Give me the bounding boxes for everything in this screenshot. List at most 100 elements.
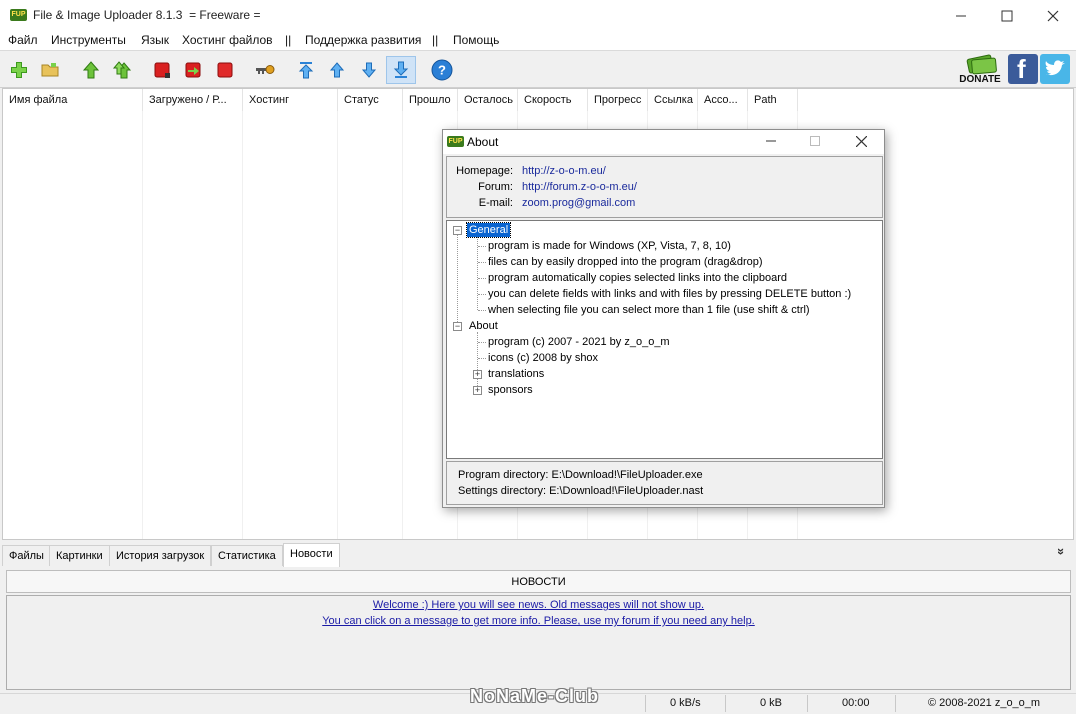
tree-item[interactable]: icons (c) 2008 by shox [488, 352, 598, 364]
collapse-icon[interactable]: − [453, 322, 462, 331]
tab-files[interactable]: Файлы [2, 545, 51, 566]
tree-item[interactable]: when selecting file you can select more … [488, 304, 810, 316]
email-label: E-mail: [478, 197, 513, 209]
tree-line [478, 310, 486, 311]
minimize-icon [766, 140, 776, 142]
tab-pictures[interactable]: Картинки [49, 545, 110, 566]
column-divider [402, 111, 403, 539]
status-separator [725, 695, 726, 712]
tree-item[interactable]: program is made for Windows (XP, Vista, … [488, 240, 731, 252]
expand-icon[interactable]: + [473, 370, 482, 379]
maximize-button[interactable] [984, 0, 1030, 31]
menu-language[interactable]: Язык [141, 33, 169, 47]
move-down-icon [361, 62, 377, 78]
upload-all-button[interactable] [107, 56, 137, 84]
tree-line [478, 246, 486, 247]
news-item[interactable]: Welcome :) Here you will see news. Old m… [6, 599, 1071, 611]
column-divider [337, 111, 338, 539]
tree-item[interactable]: program (c) 2007 - 2021 by z_o_o_m [488, 336, 670, 348]
tree-line [457, 235, 458, 326]
tree-line [477, 236, 478, 310]
column-account[interactable]: Acco... [698, 89, 748, 111]
status-time: 00:00 [842, 697, 870, 709]
help-icon: ? [431, 59, 453, 81]
stop-button[interactable] [147, 56, 177, 84]
tree-line [478, 278, 486, 279]
column-speed[interactable]: Скорость [518, 89, 588, 111]
help-button[interactable]: ? [427, 56, 457, 84]
news-item[interactable]: You can click on a message to get more i… [6, 615, 1071, 627]
tree-node-sponsors[interactable]: sponsors [488, 384, 533, 396]
donate-button[interactable]: DONATE [956, 54, 1004, 86]
status-separator [895, 695, 896, 712]
move-up-button[interactable] [322, 56, 352, 84]
collapse-panel-icon[interactable]: » [1054, 548, 1069, 555]
tree-item[interactable]: you can delete fields with links and wit… [488, 288, 851, 300]
menu-file[interactable]: Файл [8, 33, 38, 47]
close-icon [855, 135, 867, 147]
tree-line [477, 332, 478, 390]
tab-news[interactable]: Новости [283, 543, 340, 567]
forum-label: Forum: [478, 181, 513, 193]
collapse-icon[interactable]: − [453, 226, 462, 235]
maximize-icon [1001, 10, 1013, 21]
open-folder-button[interactable] [35, 56, 65, 84]
move-down-button[interactable] [354, 56, 384, 84]
column-elapsed[interactable]: Прошло [403, 89, 458, 111]
expand-icon[interactable]: + [473, 386, 482, 395]
column-path[interactable]: Path [748, 89, 798, 111]
move-top-button[interactable] [291, 56, 321, 84]
close-button[interactable] [1030, 0, 1076, 31]
tab-upload-history[interactable]: История загрузок [109, 545, 212, 566]
add-file-icon [11, 62, 27, 78]
menu-support[interactable]: Поддержка развития [305, 33, 421, 47]
tree-line [478, 262, 486, 263]
column-file-name[interactable]: Имя файла [3, 89, 143, 111]
move-bottom-button[interactable] [386, 56, 416, 84]
add-file-button[interactable] [4, 56, 34, 84]
email-link[interactable]: zoom.prog@gmail.com [522, 197, 635, 209]
keys-button[interactable] [250, 56, 280, 84]
status-speed: 0 kB/s [670, 697, 701, 709]
about-title: About [467, 135, 499, 149]
column-status[interactable]: Статус [338, 89, 403, 111]
delete-button[interactable] [210, 56, 240, 84]
open-folder-icon [41, 63, 59, 77]
column-link[interactable]: Ссылка [648, 89, 698, 111]
maximize-icon [810, 136, 820, 146]
status-copyright: © 2008-2021 z_o_o_m [928, 697, 1041, 709]
tree-node-general[interactable]: General [465, 222, 512, 238]
tab-statistics[interactable]: Статистика [211, 545, 283, 566]
menu-separator: || [285, 33, 292, 47]
column-remaining[interactable]: Осталось [458, 89, 518, 111]
about-close-button[interactable] [849, 131, 873, 151]
close-icon [1047, 10, 1059, 21]
settings-directory: Settings directory: E:\Download!\FileUpl… [458, 485, 704, 497]
svg-text:?: ? [438, 63, 446, 78]
upload-icon [82, 61, 100, 79]
menu-file-hosting[interactable]: Хостинг файлов [182, 33, 273, 47]
tree-item[interactable]: program automatically copies selected li… [488, 272, 787, 284]
tree-node-translations[interactable]: translations [488, 368, 544, 380]
twitter-button[interactable] [1040, 54, 1070, 84]
about-maximize-button [803, 131, 827, 151]
twitter-icon [1045, 60, 1065, 76]
remove-button[interactable] [178, 56, 208, 84]
tree-line [478, 358, 486, 359]
column-uploaded[interactable]: Загружено / Р... [143, 89, 243, 111]
stop-icon [154, 62, 170, 78]
tree-item[interactable]: files can by easily dropped into the pro… [488, 256, 763, 268]
tree-line [478, 294, 486, 295]
homepage-link[interactable]: http://z-o-o-m.eu/ [522, 165, 606, 177]
upload-button[interactable] [76, 56, 106, 84]
menu-help[interactable]: Помощь [453, 33, 499, 47]
tree-node-about[interactable]: About [469, 320, 498, 332]
column-progress[interactable]: Прогресс [588, 89, 648, 111]
minimize-icon [956, 15, 966, 16]
about-minimize-button[interactable] [759, 131, 783, 151]
facebook-button[interactable]: f [1008, 54, 1038, 84]
minimize-button[interactable] [938, 0, 984, 31]
menu-tools[interactable]: Инструменты [51, 33, 126, 47]
column-hosting[interactable]: Хостинг [243, 89, 338, 111]
forum-link[interactable]: http://forum.z-o-o-m.eu/ [522, 181, 637, 193]
